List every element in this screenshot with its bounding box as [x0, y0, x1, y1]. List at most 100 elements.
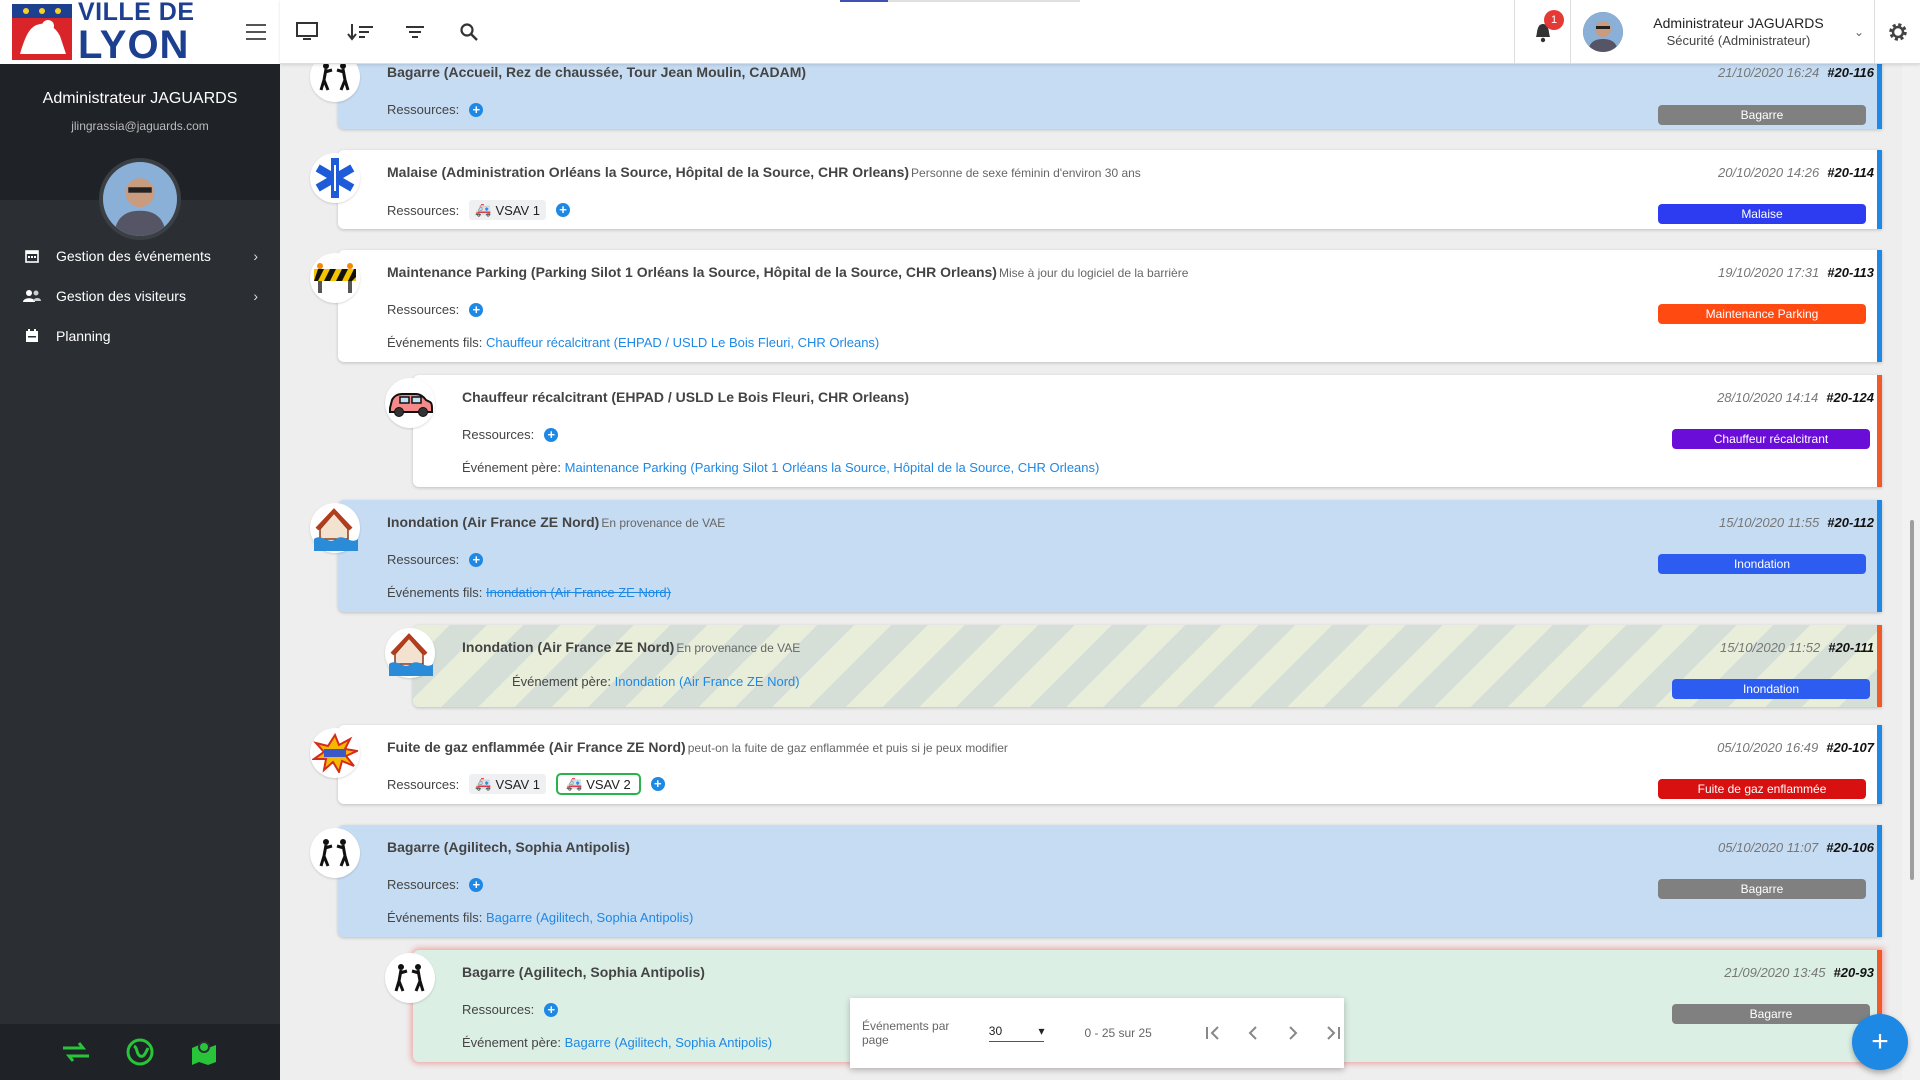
sidebar: VILLE DE LYON Administrateur JAGUARDS jl…: [0, 0, 280, 1080]
sidebar-item-planning[interactable]: Planning: [0, 316, 280, 356]
parent-event-link[interactable]: Bagarre (Agilitech, Sophia Antipolis): [565, 1035, 772, 1050]
add-resource-button[interactable]: +: [544, 427, 559, 442]
users-icon: [22, 286, 42, 306]
event-title: Inondation (Air France ZE Nord) En proven…: [387, 514, 726, 530]
sort-icon[interactable]: [346, 18, 376, 46]
globe-icon[interactable]: [125, 1037, 155, 1067]
search-icon[interactable]: [454, 18, 484, 46]
add-resource-button[interactable]: +: [469, 552, 484, 567]
fight-icon: [385, 953, 435, 1003]
hamburger-menu-icon[interactable]: [246, 24, 266, 40]
calendar-icon: [22, 246, 42, 266]
next-page-button[interactable]: [1282, 1022, 1304, 1044]
sidebar-item-visitors[interactable]: Gestion des visiteurs ›: [0, 276, 280, 316]
event-date: 05/10/2020 16:49 #20-107: [1717, 740, 1874, 755]
sidebar-item-events-label: Gestion des événements: [56, 248, 211, 264]
child-event-link[interactable]: Inondation (Air France ZE Nord): [486, 585, 671, 600]
car-icon: [385, 378, 435, 428]
child-event-link[interactable]: Bagarre (Agilitech, Sophia Antipolis): [486, 910, 693, 925]
sidebar-item-planning-label: Planning: [56, 328, 111, 344]
user-menu[interactable]: Administrateur JAGUARDS Sécurité (Admini…: [1570, 0, 1874, 64]
event-card[interactable]: [413, 625, 1882, 707]
event-date: 21/10/2020 16:24 #20-116: [1718, 65, 1874, 80]
caret-down-icon: ▾: [1038, 1024, 1045, 1038]
add-resource-button[interactable]: +: [650, 777, 665, 791]
event-title: Bagarre (Agilitech, Sophia Antipolis): [462, 964, 705, 980]
flood-icon: [310, 503, 360, 553]
page-range: 0 - 25 sur 25: [1084, 1026, 1152, 1040]
chevron-right-icon: ›: [253, 248, 258, 264]
last-page-button[interactable]: [1322, 1022, 1344, 1044]
resource-chip-selected[interactable]: 🚑 VSAV 2: [556, 773, 641, 795]
resource-chip[interactable]: 🚑 VSAV 1: [469, 774, 546, 794]
event-resources: Ressources: +: [462, 427, 559, 442]
event-resources: Ressources: +: [387, 552, 484, 567]
event-tag: Inondation: [1672, 679, 1870, 699]
event-list: Bagarre (Accueil, Rez de chaussée, Tour …: [280, 64, 1892, 1080]
resource-chip[interactable]: 🚑 VSAV 1: [469, 200, 546, 220]
first-page-button[interactable]: [1202, 1022, 1224, 1044]
sidebar-item-events[interactable]: Gestion des événements ›: [0, 236, 280, 276]
add-resource-button[interactable]: +: [469, 877, 484, 892]
sidebar-user-email: jlingrassia@jaguards.com: [71, 119, 209, 133]
event-tag: Bagarre: [1672, 1004, 1870, 1024]
event-title: Maintenance Parking (Parking Silot 1 Orl…: [387, 264, 1189, 280]
add-resource-button[interactable]: +: [556, 203, 570, 217]
notifications-badge: 1: [1544, 10, 1564, 30]
brand-line1: VILLE DE: [78, 0, 195, 26]
sidebar-avatar[interactable]: [99, 158, 181, 240]
swap-icon[interactable]: [61, 1037, 91, 1067]
topbar-user-name: Administrateur JAGUARDS: [1653, 15, 1824, 32]
parent-event: Événement père: Maintenance Parking (Par…: [462, 460, 1100, 475]
event-tag: Maintenance Parking: [1658, 304, 1866, 324]
chevron-right-icon: ›: [253, 288, 258, 304]
gear-icon: [1888, 23, 1907, 41]
per-page-label: Événements par page: [862, 1019, 950, 1047]
event-resources: Ressources: +: [387, 302, 484, 317]
event-title: Inondation (Air France ZE Nord) En proven…: [462, 639, 801, 655]
event-date: 15/10/2020 11:52 #20-111: [1719, 640, 1874, 655]
event-resources: Ressources: 🚑 VSAV 1 +: [387, 200, 570, 220]
event-resources: Ressources: +: [462, 1002, 559, 1017]
event-date: 20/10/2020 14:26 #20-114: [1718, 165, 1874, 180]
event-title: Fuite de gaz enflammée (Air France ZE No…: [387, 739, 1008, 755]
parent-event-link[interactable]: Maintenance Parking (Parking Silot 1 Orl…: [565, 460, 1100, 475]
per-page-select[interactable]: 30 ▾: [988, 1024, 1045, 1042]
map-marker-icon[interactable]: [189, 1037, 219, 1067]
event-title: Bagarre (Agilitech, Sophia Antipolis): [387, 839, 630, 855]
filter-icon[interactable]: [400, 18, 430, 46]
topbar: 1 Administrateur JAGUARDS Sécurité (Admi…: [280, 0, 1920, 64]
monitor-icon[interactable]: [292, 18, 322, 46]
explosion-icon: [310, 728, 360, 778]
sidebar-nav: Gestion des événements › Gestion des vis…: [0, 236, 280, 356]
brand-logo[interactable]: VILLE DE LYON: [12, 0, 195, 65]
event-tag: Malaise: [1658, 204, 1866, 224]
event-tag: Chauffeur récalcitrant: [1672, 429, 1870, 449]
chevron-left-icon: [1248, 1026, 1257, 1040]
event-date: 19/10/2020 17:31 #20-113: [1718, 265, 1874, 280]
topbar-avatar: [1583, 12, 1623, 52]
child-event-link[interactable]: Chauffeur récalcitrant (EHPAD / USLD Le …: [486, 335, 879, 350]
ambulance-icon: 🚑: [475, 202, 492, 217]
event-resources: Ressources: +: [387, 102, 484, 117]
barrier-icon: [310, 253, 360, 303]
parent-event-link[interactable]: Inondation (Air France ZE Nord): [615, 674, 800, 689]
add-resource-button[interactable]: +: [544, 1002, 559, 1017]
brand-line2: LYON: [78, 22, 190, 67]
prev-page-button[interactable]: [1242, 1022, 1264, 1044]
child-events: Événements fils: Inondation (Air France …: [387, 585, 671, 600]
child-events: Événements fils: Bagarre (Agilitech, Sop…: [387, 910, 694, 925]
topbar-user-role: Sécurité (Administrateur): [1666, 32, 1811, 48]
ambulance-icon: 🚑: [475, 776, 492, 791]
event-date: 15/10/2020 11:55 #20-112: [1719, 515, 1874, 530]
event-tag: Bagarre: [1658, 105, 1866, 125]
child-events: Événements fils: Chauffeur récalcitrant …: [387, 335, 880, 350]
loading-indicator: [840, 0, 1080, 2]
settings-button[interactable]: [1874, 0, 1920, 64]
add-resource-button[interactable]: +: [469, 102, 484, 117]
add-resource-button[interactable]: +: [469, 302, 484, 317]
sidebar-user-name: Administrateur JAGUARDS: [42, 90, 238, 107]
add-event-button[interactable]: +: [1852, 1014, 1908, 1070]
notifications-button[interactable]: 1: [1514, 0, 1570, 64]
scrollbar-thumb[interactable]: [1910, 520, 1914, 880]
